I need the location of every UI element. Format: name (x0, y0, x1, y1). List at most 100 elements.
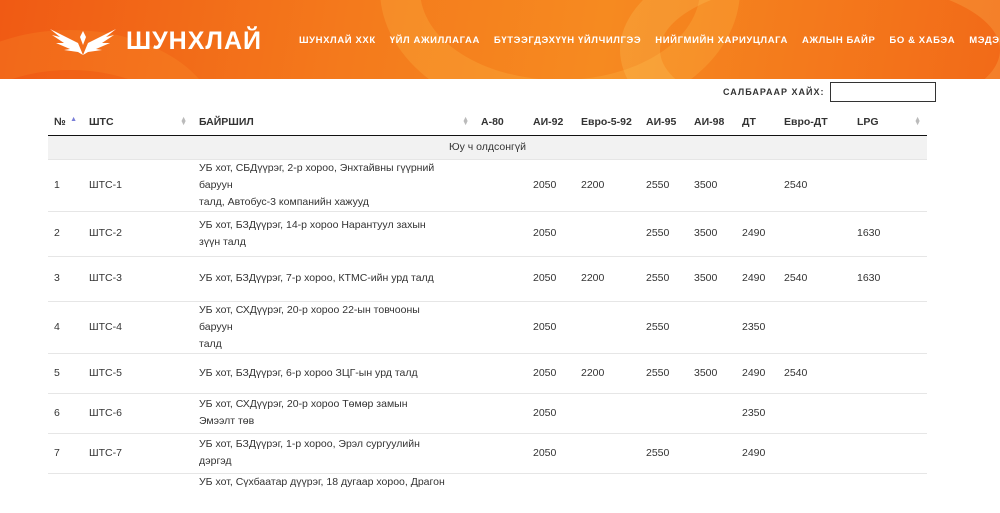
column-header-dt[interactable]: ДТ (736, 110, 778, 136)
row-number (48, 472, 83, 513)
station-address: УБ хот, БЗДүүрэг, 14-р хороо Нарантуул з… (193, 210, 475, 256)
price-a80 (475, 472, 527, 513)
main-nav: ШУНХЛАЙ ХХК ҮЙЛ АЖИЛЛАГАА БҮТЭЭГДЭХҮҮН Ү… (299, 35, 1000, 46)
price-dt: 2490 (736, 210, 778, 256)
address-line: УБ хот, СБДүүрэг, 2-р хороо, Энхтайвны г… (199, 161, 435, 191)
column-header-ai92[interactable]: АИ-92 (527, 110, 575, 136)
price-ai95: 2550 (640, 432, 688, 473)
row-number: 6 (48, 392, 83, 433)
address-line: УБ хот, БЗДүүрэг, 14-р хороо Нарантуул з… (199, 218, 426, 248)
table-row: 7 ШТС-7 УБ хот, БЗДүүрэг, 1-р хороо, Эрэл … (48, 432, 927, 473)
station-address: УБ хот, СХДүүрэг, 20-р хороо 22-ын товчо… (193, 300, 475, 353)
fuel-price-table: № ▲ ШТС ▲ ▼ БАЙРШИЛ ▲ ▼ А-80 АИ-92 Евро-5-92 … (48, 110, 927, 513)
price-ai95: 2550 (640, 158, 688, 211)
nav-link-safety[interactable]: БО & ХАБЭА (889, 35, 955, 46)
column-header-no[interactable]: № ▲ (48, 110, 83, 136)
address-line: талд (199, 337, 222, 350)
table-row: 1 ШТС-1 УБ хот, СБДүүрэг, 2-р хороо, Энхта… (48, 158, 927, 211)
price-ai98 (688, 432, 736, 473)
nav-link-products[interactable]: БҮТЭЭГДЭХҮҮН ҮЙЛЧИЛГЭЭ (494, 35, 641, 46)
price-dt: 2490 (736, 432, 778, 473)
price-a80 (475, 392, 527, 433)
column-header-station[interactable]: ШТС ▲ ▼ (83, 110, 193, 136)
station-name: ШТС-2 (83, 210, 193, 256)
nav-link-news[interactable]: МЭДЭЭ (969, 35, 1000, 46)
table-row: 6 ШТС-6 УБ хот, СХДүүрэг, 20-р хороо Төмөр… (48, 392, 927, 433)
table-row: 5 ШТС-5 УБ хот, БЗДүүрэг, 6-р хороо ЗЦГ-ын… (48, 352, 927, 393)
station-name: ШТС-1 (83, 158, 193, 211)
price-lpg (851, 432, 927, 473)
site-header: ШУНХЛАЙ ШУНХЛАЙ ХХК ҮЙЛ АЖИЛЛАГАА БҮТЭЭГ… (0, 0, 1000, 79)
station-address: УБ хот, Сүхбаатар дүүрэг, 18 дугаар хоро… (193, 472, 475, 513)
price-a80 (475, 255, 527, 301)
row-number: 1 (48, 158, 83, 211)
price-a80 (475, 210, 527, 256)
station-name: ШТС-4 (83, 300, 193, 353)
station-address: УБ хот, СХДүүрэг, 20-р хороо Төмөр замын… (193, 392, 475, 433)
nav-link-operations[interactable]: ҮЙЛ АЖИЛЛАГАА (390, 35, 480, 46)
price-ai92: 2050 (527, 392, 575, 433)
address-line: УБ хот, БЗДүүрэг, 1-р хороо, Эрэл сургуу… (199, 438, 420, 467)
price-lpg (851, 158, 927, 211)
row-number: 7 (48, 432, 83, 473)
price-a80 (475, 158, 527, 211)
column-header-euro5-92[interactable]: Евро-5-92 (575, 110, 640, 136)
brand-logo[interactable]: ШУНХЛАЙ (48, 24, 262, 58)
price-ai92: 2050 (527, 432, 575, 473)
address-line: УБ хот, СХДүүрэг, 20-р хороо Төмөр замын… (199, 398, 408, 427)
price-dt: 2350 (736, 300, 778, 353)
sort-icon: ▲ ▼ (180, 116, 187, 127)
price-lpg (851, 300, 927, 353)
price-euro592: 2200 (575, 158, 640, 211)
price-ai92: 2050 (527, 300, 575, 353)
price-eurodt (778, 210, 851, 256)
nav-link-social-responsibility[interactable]: НИЙГМИЙН ХАРИУЦЛАГА (655, 35, 788, 46)
row-number: 5 (48, 352, 83, 393)
column-header-lpg[interactable]: LPG ▲ ▼ (851, 110, 927, 136)
column-header-euro-dt[interactable]: Евро-ДТ (778, 110, 851, 136)
price-euro592: 2200 (575, 352, 640, 393)
price-eurodt (778, 432, 851, 473)
station-address: УБ хот, СБДүүрэг, 2-р хороо, Энхтайвны г… (193, 158, 475, 211)
column-header-a80[interactable]: А-80 (475, 110, 527, 136)
price-lpg (851, 352, 927, 393)
column-header-ai98[interactable]: АИ-98 (688, 110, 736, 136)
price-euro592 (575, 432, 640, 473)
table-row: 4 ШТС-4 УБ хот, СХДүүрэг, 20-р хороо 22-ын… (48, 300, 927, 353)
address-line: УБ хот, БЗДүүрэг, 7-р хороо, КТМС-ийн ур… (199, 272, 434, 284)
nav-link-company[interactable]: ШУНХЛАЙ ХХК (299, 35, 376, 46)
empty-result-message: Юу ч олдсонгүй (48, 135, 927, 159)
price-ai95: 2550 (640, 352, 688, 393)
branch-search: САЛБАРААР ХАЙХ: (723, 82, 936, 102)
price-eurodt (778, 472, 851, 513)
search-label: САЛБАРААР ХАЙХ: (723, 87, 825, 97)
sort-icon: ▲ ▼ (914, 116, 921, 127)
address-line: талд, Автобус-3 компанийн хажууд (199, 195, 369, 208)
price-ai98: 3500 (688, 255, 736, 301)
sort-asc-icon: ▲ (70, 116, 77, 123)
price-ai95: 2550 (640, 300, 688, 353)
table-header-row: № ▲ ШТС ▲ ▼ БАЙРШИЛ ▲ ▼ А-80 АИ-92 Евро-5-92 … (48, 110, 927, 136)
sort-icon: ▲ ▼ (462, 116, 469, 127)
station-address: УБ хот, БЗДүүрэг, 7-р хороо, КТМС-ийн ур… (193, 255, 475, 301)
column-header-ai95[interactable]: АИ-95 (640, 110, 688, 136)
address-line: УБ хот, БЗДүүрэг, 6-р хороо ЗЦГ-ын урд т… (199, 366, 418, 379)
empty-result-row: Юу ч олдсонгүй (48, 135, 927, 159)
price-lpg (851, 392, 927, 433)
price-ai92: 2050 (527, 352, 575, 393)
price-a80 (475, 352, 527, 393)
price-ai92 (527, 472, 575, 513)
table-row: 3 ШТС-3 УБ хот, БЗДүүрэг, 7-р хороо, КТМС-… (48, 255, 927, 301)
address-line: УБ хот, Сүхбаатар дүүрэг, 18 дугаар хоро… (199, 475, 445, 488)
station-address: УБ хот, БЗДүүрэг, 6-р хороо ЗЦГ-ын урд т… (193, 352, 475, 393)
row-number: 2 (48, 210, 83, 256)
price-eurodt: 2540 (778, 352, 851, 393)
price-ai95: 2550 (640, 255, 688, 301)
search-input[interactable] (829, 82, 936, 102)
nav-link-careers[interactable]: АЖЛЫН БАЙР (802, 35, 875, 46)
price-eurodt (778, 392, 851, 433)
column-header-address[interactable]: БАЙРШИЛ ▲ ▼ (193, 110, 475, 136)
address-line: УБ хот, СХДүүрэг, 20-р хороо 22-ын товчо… (199, 303, 420, 333)
price-eurodt (778, 300, 851, 353)
price-ai95: 2550 (640, 210, 688, 256)
